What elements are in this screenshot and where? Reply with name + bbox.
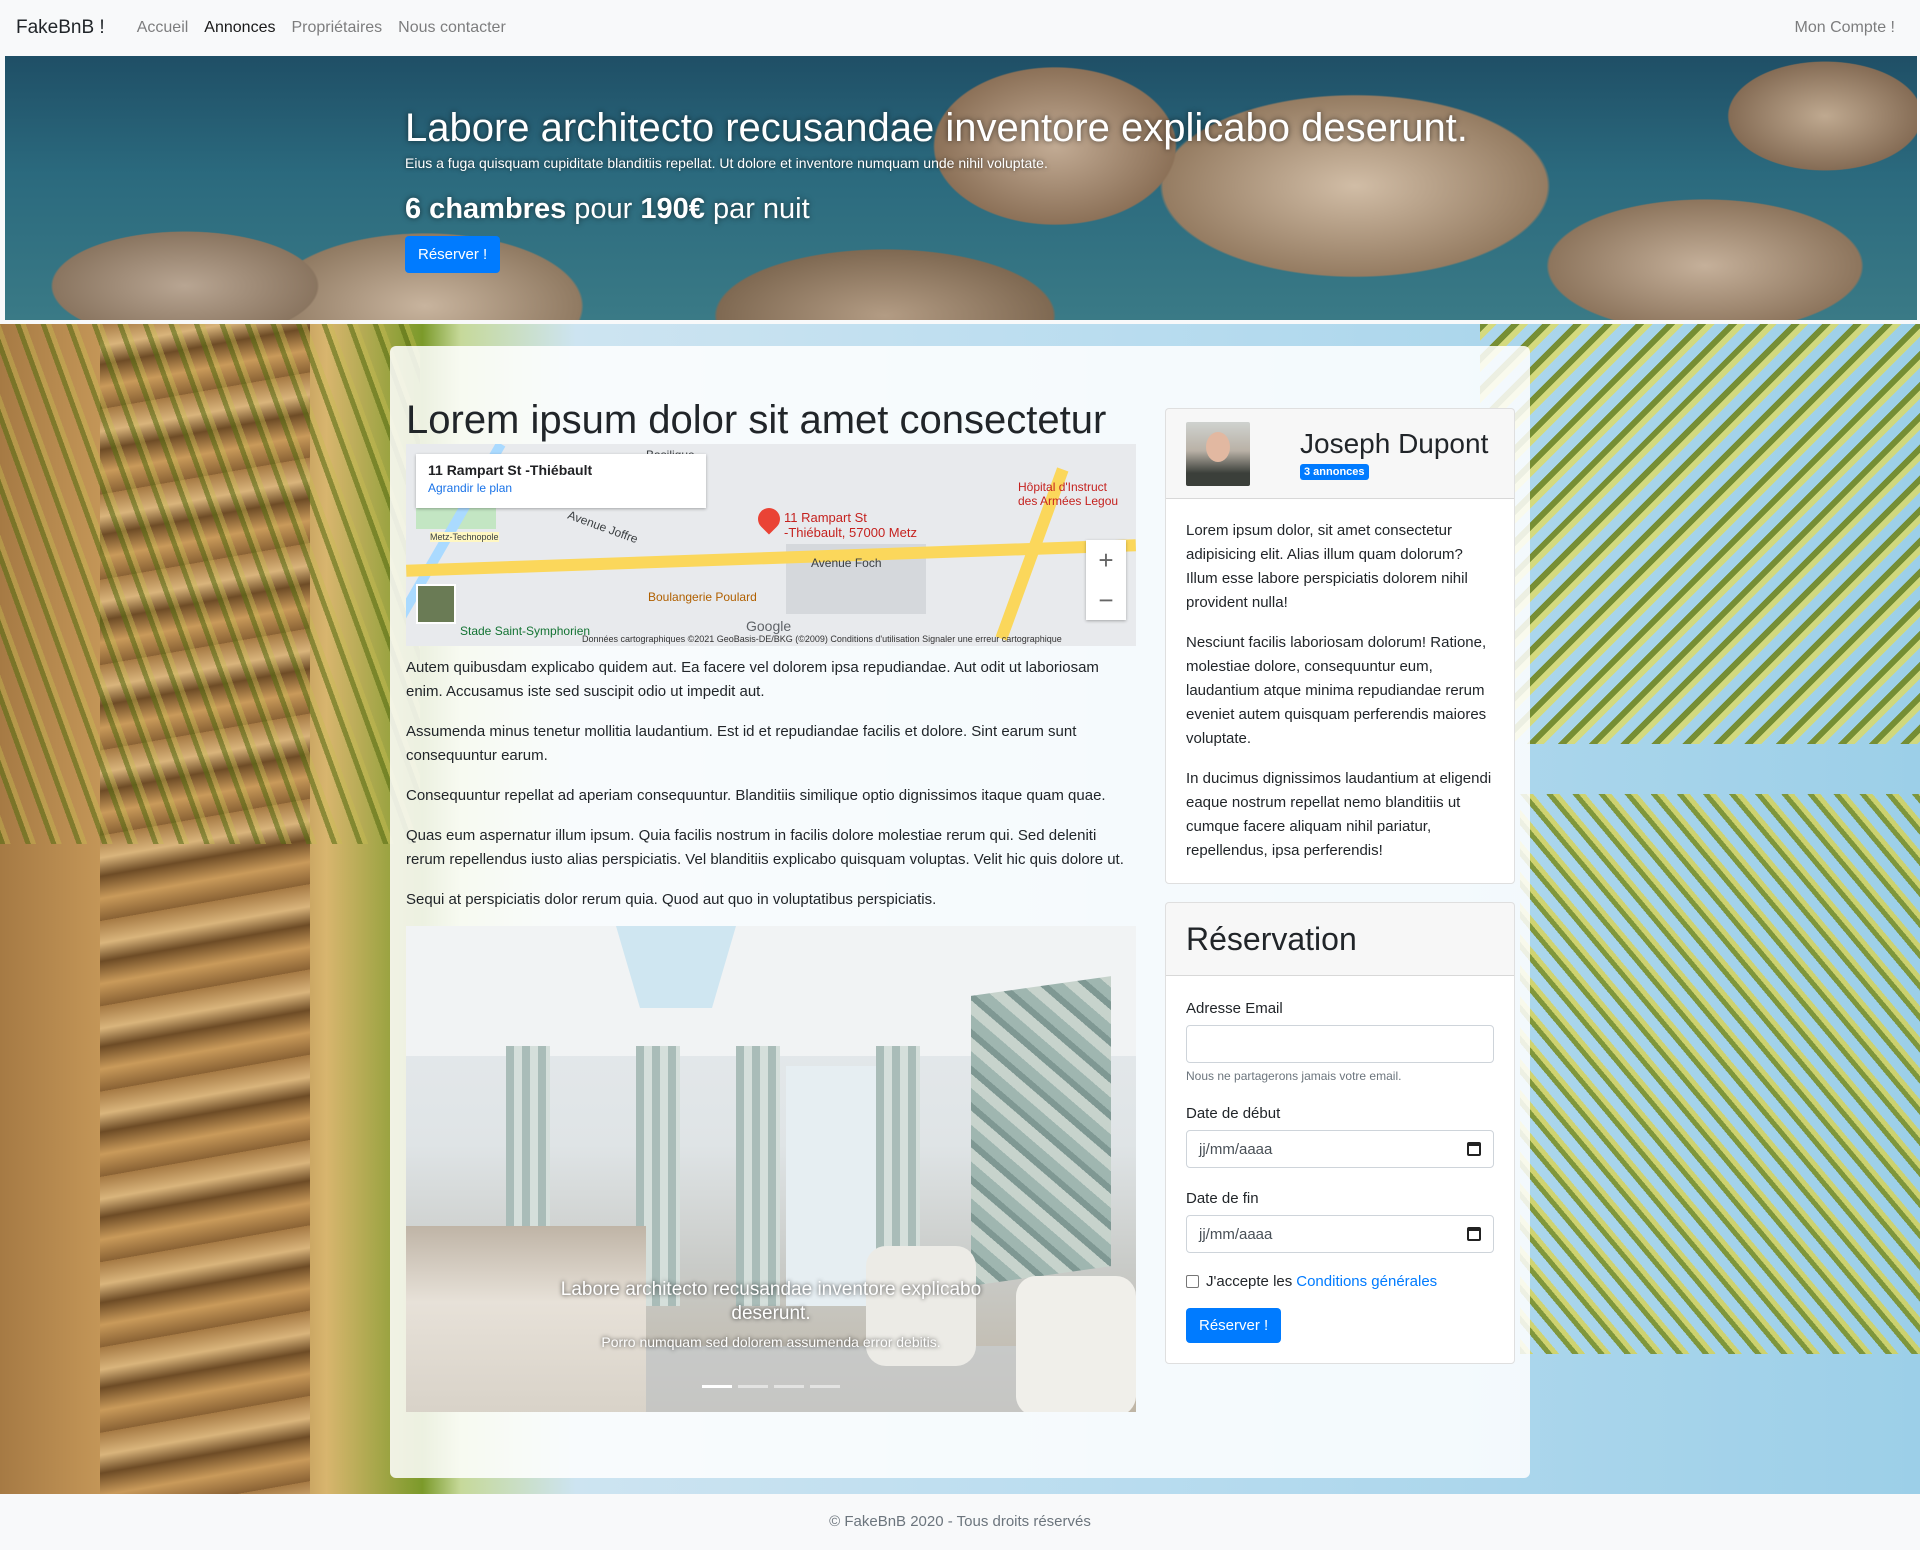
palm-leaves-top-right-image (1480, 324, 1920, 744)
hero-banner: Labore architecto recusandae inventore e… (5, 56, 1917, 320)
carousel-caption-text: Porro numquam sed dolorem assumenda erro… (601, 1334, 941, 1350)
owner-bio-paragraph: In ducimus dignissimos laudantium at eli… (1186, 770, 1492, 859)
description-paragraph: Sequi at perspiciatis dolor rerum quia. … (406, 891, 937, 908)
zoom-in-icon[interactable]: + (1098, 545, 1113, 576)
owner-bio-paragraph: Lorem ipsum dolor, sit amet consectetur … (1186, 522, 1468, 611)
calendar-icon[interactable] (1467, 1142, 1481, 1156)
email-help-text: Nous ne partagerons jamais votre email. (1186, 1069, 1402, 1083)
carousel-indicator[interactable] (810, 1385, 840, 1388)
map-poi-technopole: Metz-Technopole (430, 532, 499, 542)
avatar[interactable] (1186, 421, 1250, 486)
owner-bio-paragraph: Nesciunt facilis laboriosam dolorum! Rat… (1186, 634, 1487, 747)
description-paragraph: Autem quibusdam explicabo quidem aut. Ea… (406, 659, 1099, 700)
owner-listings-badge: 3 annonces (1300, 463, 1369, 480)
map-poi-stade: Stade Saint-Symphorien (460, 624, 591, 638)
carousel-indicator[interactable] (738, 1385, 768, 1388)
reserve-submit-button[interactable]: Réserver ! (1186, 1308, 1282, 1343)
map-attribution: Données cartographiques ©2021 GeoBasis-D… (582, 634, 1062, 644)
nav-link-accueil[interactable]: Accueil (129, 19, 197, 37)
nav-links: Accueil Annonces Propriétaires Nous cont… (129, 19, 514, 37)
owner-name-block: Joseph Dupont 3 annonces (1300, 428, 1488, 480)
terms-checkbox-row: J'accepte les Conditions générales (1186, 1273, 1494, 1290)
terms-link[interactable]: Conditions générales (1296, 1273, 1437, 1290)
hero-price-middle: pour (574, 193, 633, 225)
listing-main-column: Lorem ipsum dolor sit amet consectetur A… (406, 396, 1136, 1412)
carousel-indicator[interactable] (774, 1385, 804, 1388)
calendar-icon[interactable] (1467, 1227, 1481, 1241)
end-date-field[interactable]: jj/mm/aaaa (1186, 1215, 1494, 1253)
reservation-card-header: Réservation (1166, 903, 1514, 976)
listing-sidebar: Joseph Dupont 3 annonces Lorem ipsum dol… (1165, 408, 1515, 1364)
listing-container: Lorem ipsum dolor sit amet consectetur A… (390, 346, 1530, 1478)
terms-checkbox[interactable] (1186, 1275, 1199, 1288)
listing-title: Lorem ipsum dolor sit amet consectetur (406, 398, 1107, 442)
reservation-card: Réservation Adresse Email Nous ne partag… (1165, 902, 1515, 1364)
map-place-card: 11 Rampart St -Thiébault Agrandir le pla… (416, 454, 706, 508)
terms-label: J'accepte les (1206, 1273, 1293, 1290)
room-curtain-image (736, 1046, 780, 1306)
map-pin-label-line1: 11 Rampart St (784, 510, 867, 525)
carousel-indicator[interactable] (702, 1385, 732, 1388)
google-logo: Google (746, 618, 792, 634)
footer-copyright: © FakeBnB 2020 - Tous droits réservés (829, 1513, 1091, 1530)
map-pin-label-line2: -Thiébault, 57000 Metz (784, 525, 917, 540)
room-wall-art-image (971, 976, 1111, 1286)
hero-price-rooms: 6 chambres (405, 193, 567, 225)
email-label: Adresse Email (1186, 1000, 1283, 1017)
brand-logo[interactable]: FakeBnB ! (16, 17, 105, 39)
end-date-placeholder: jj/mm/aaaa (1199, 1225, 1273, 1243)
map-pin-icon[interactable] (753, 503, 785, 535)
hero-title: Labore architecto recusandae inventore e… (405, 106, 1468, 150)
map-street-foch: Avenue Foch (811, 556, 882, 570)
photo-carousel[interactable]: Labore architecto recusandae inventore e… (406, 926, 1136, 1412)
start-date-field[interactable]: jj/mm/aaaa (1186, 1130, 1494, 1168)
google-map[interactable]: Avenue Joffre Avenue Foch Basilique Metz… (406, 444, 1136, 646)
map-enlarge-link[interactable]: Agrandir le plan (428, 481, 694, 495)
description-paragraph: Quas eum aspernatur illum ipsum. Quia fa… (406, 827, 1124, 868)
nav-link-annonces[interactable]: Annonces (196, 19, 283, 37)
map-poi-hospital: Hôpital d'Instruct des Armées Legou (1018, 480, 1119, 508)
map-poi-bakery: Boulangerie Poulard (648, 590, 757, 604)
palm-leaves-left-image (0, 324, 420, 844)
hero-price-suffix: par nuit (712, 193, 810, 225)
avatar-face (1206, 431, 1230, 462)
navbar: FakeBnB ! Accueil Annonces Propriétaires… (0, 0, 1920, 56)
map-zoom-controls: + − (1086, 540, 1126, 620)
map-satellite-toggle[interactable] (416, 584, 456, 624)
owner-card-header: Joseph Dupont 3 annonces (1166, 409, 1514, 499)
room-window-image (786, 1066, 876, 1306)
carousel-indicators (702, 1385, 840, 1388)
palm-leaves-bottom-right-image (1520, 794, 1920, 1354)
owner-name[interactable]: Joseph Dupont (1300, 428, 1488, 460)
email-field[interactable] (1186, 1025, 1494, 1063)
end-date-label: Date de fin (1186, 1190, 1259, 1207)
account-link[interactable]: Mon Compte ! (1795, 19, 1904, 37)
zoom-out-icon[interactable]: − (1098, 585, 1113, 616)
owner-bio: Lorem ipsum dolor, sit amet consectetur … (1166, 499, 1514, 883)
map-pin-label: 11 Rampart St -Thiébault, 57000 Metz (784, 510, 917, 540)
listing-description: Autem quibusdam explicabo quidem aut. Ea… (406, 656, 1136, 912)
nav-link-contact[interactable]: Nous contacter (390, 19, 514, 37)
reservation-title: Réservation (1186, 921, 1357, 957)
description-paragraph: Consequuntur repellat ad aperiam consequ… (406, 787, 1106, 804)
map-street-joffre: Avenue Joffre (565, 507, 640, 547)
map-place-title: 11 Rampart St -Thiébault (428, 462, 593, 478)
footer: © FakeBnB 2020 - Tous droits réservés (0, 1494, 1920, 1550)
reservation-form: Adresse Email Nous ne partagerons jamais… (1166, 976, 1514, 1363)
hero-price: 6 chambres pour 190€ par nuit (405, 193, 1468, 226)
carousel-caption: Labore architecto recusandae inventore e… (406, 1278, 1136, 1350)
start-date-label: Date de début (1186, 1105, 1281, 1122)
hero-subtitle: Eius a fuga quisquam cupiditate blanditi… (405, 155, 1048, 171)
hero-price-amount: 190€ (640, 193, 705, 225)
hero-content: Labore architecto recusandae inventore e… (405, 106, 1468, 273)
hero-reserve-button[interactable]: Réserver ! (405, 236, 501, 273)
carousel-caption-title: Labore architecto recusandae inventore e… (560, 1279, 982, 1324)
description-paragraph: Assumenda minus tenetur mollitia laudant… (406, 723, 1077, 764)
nav-link-proprietaires[interactable]: Propriétaires (283, 19, 390, 37)
owner-card: Joseph Dupont 3 annonces Lorem ipsum dol… (1165, 408, 1515, 884)
start-date-placeholder: jj/mm/aaaa (1199, 1140, 1273, 1158)
